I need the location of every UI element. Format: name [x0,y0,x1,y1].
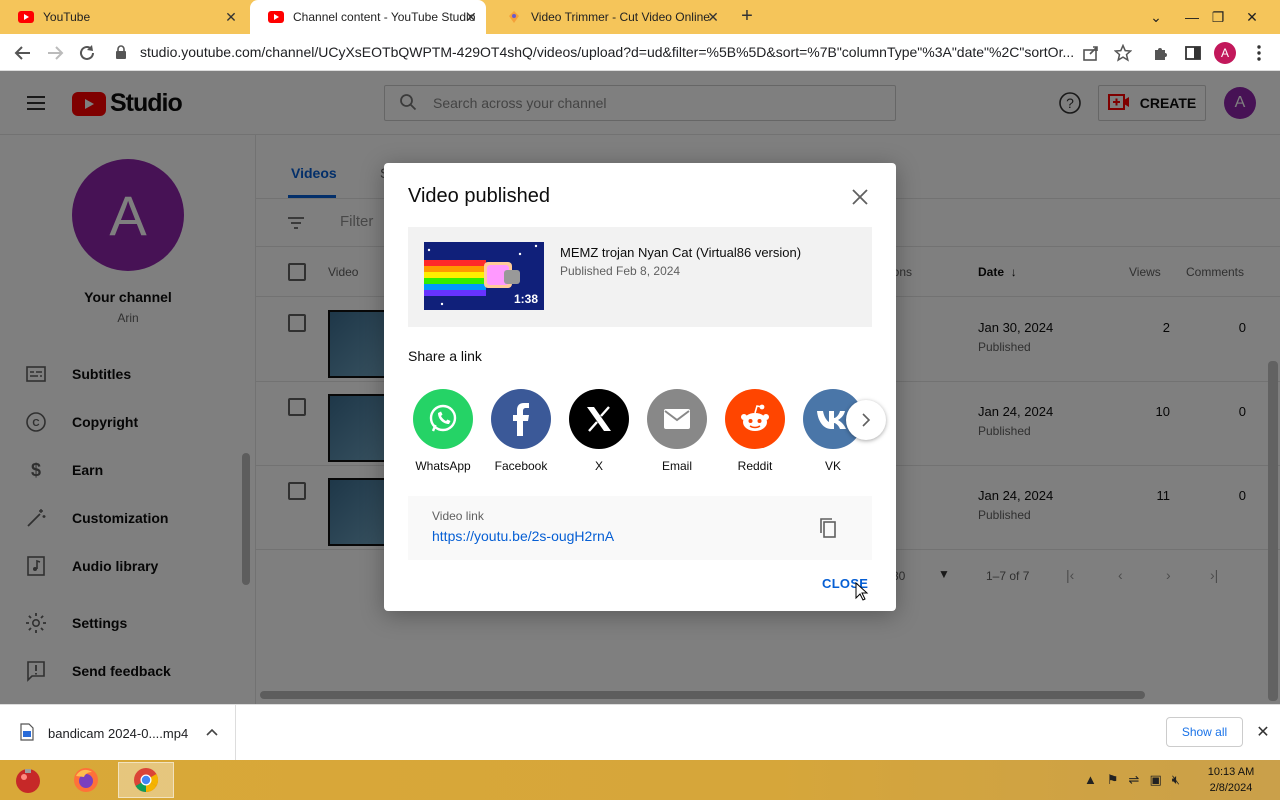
share-next-chevron-icon[interactable] [846,400,886,440]
video-link-label: Video link [432,509,484,523]
tab-youtube[interactable]: YouTube ✕ [0,0,246,34]
downloads-bar: bandicam 2024-0....mp4 Show all ✕ [0,704,1280,761]
reload-icon[interactable] [74,40,100,66]
video-link-url[interactable]: https://youtu.be/2s-ougH2rnA [432,528,614,544]
video-file-icon [20,722,34,744]
bookmark-star-icon[interactable] [1110,40,1136,66]
youtube-favicon-icon [18,9,34,25]
video-title[interactable]: MEMZ trojan Nyan Cat (Virtual86 version) [560,245,801,260]
tray-monitor-icon[interactable]: ▣ [1149,772,1161,788]
dialog-title: Video published [408,185,550,207]
taskbar-clock[interactable]: 10:13 AM 2/8/2024 [1196,764,1266,796]
video-published-date: Published Feb 8, 2024 [560,264,681,278]
whatsapp-icon [413,389,473,449]
tab-title: Video Trimmer - Cut Video Online [531,10,710,24]
close-downloads-bar-icon[interactable]: ✕ [1252,721,1274,743]
x-logo-icon [569,389,629,449]
extensions-puzzle-icon[interactable] [1148,40,1174,66]
tray-flag-icon[interactable]: ⚑ [1107,772,1119,788]
download-file-name: bandicam 2024-0....mp4 [48,725,189,741]
tab-channel-content[interactable]: Channel content - YouTube Studio ✕ [250,0,486,34]
reddit-icon [725,389,785,449]
video-link-box: Video link https://youtu.be/2s-ougH2rnA [408,496,872,560]
share-whatsapp-button[interactable]: WhatsApp [410,389,476,473]
browser-menu-icon[interactable] [1246,40,1272,66]
share-label: WhatsApp [415,459,471,473]
new-tab-button[interactable]: + [736,6,758,28]
download-item[interactable]: bandicam 2024-0....mp4 [0,705,236,761]
published-video-card: 1:38 MEMZ trojan Nyan Cat (Virtual86 ver… [408,227,872,327]
taskbar-firefox-icon[interactable] [58,762,114,798]
screen: { "browser": { "tabs": [ {"title": "YouT… [0,0,1280,800]
clock-time: 10:13 AM [1207,766,1255,778]
tray-volume-muted-icon[interactable]: 🔇︎ [1172,772,1180,788]
share-x-button[interactable]: X [566,389,632,473]
close-tab-icon[interactable]: ✕ [222,8,240,26]
chevron-up-icon[interactable] [206,725,218,740]
taskbar: ▲ ⚑ ⇌ ▣ 🔇︎ 10:13 AM 2/8/2024 [0,760,1280,800]
tab-title: Channel content - YouTube Studio [293,10,476,24]
share-label: VK [824,459,841,473]
tray-network-icon[interactable]: ⇌ [1129,772,1140,788]
share-page-icon[interactable] [1078,40,1104,66]
share-heading: Share a link [408,348,482,364]
video-trimmer-favicon-icon [506,9,522,25]
close-tab-icon[interactable]: ✕ [704,8,722,26]
start-button[interactable] [0,762,56,798]
share-facebook-button[interactable]: Facebook [488,389,554,473]
clock-date: 2/8/2024 [1209,782,1253,794]
share-label: X [594,459,603,473]
close-window-icon[interactable]: ✕ [1232,0,1272,34]
browser-toolbar: studio.youtube.com/channel/UCyXsEOTbQWPT… [0,34,1280,71]
share-label: Reddit [737,459,773,473]
profile-initial: A [1214,42,1236,64]
tab-search-chevron-icon[interactable]: ⌄ [1136,0,1176,34]
system-tray: ▲ ⚑ ⇌ ▣ 🔇︎ [1084,772,1180,788]
email-icon [647,389,707,449]
profile-avatar[interactable]: A [1212,40,1238,66]
browser-tab-strip: YouTube ✕ Channel content - YouTube Stud… [0,0,1280,34]
close-tab-icon[interactable]: ✕ [462,8,480,26]
side-panel-icon[interactable] [1180,40,1206,66]
taskbar-chrome-icon[interactable] [118,762,174,798]
share-label: Email [661,459,692,473]
close-icon[interactable] [848,185,872,209]
tab-video-trimmer[interactable]: Video Trimmer - Cut Video Online ✕ [488,0,728,34]
facebook-icon [491,389,551,449]
mouse-cursor-icon [855,581,869,607]
forward-icon[interactable] [42,40,68,66]
address-bar[interactable]: studio.youtube.com/channel/UCyXsEOTbQWPT… [110,37,1080,67]
back-icon[interactable] [10,40,36,66]
share-email-button[interactable]: Email [644,389,710,473]
share-label: Facebook [494,459,548,473]
share-reddit-button[interactable]: Reddit [722,389,788,473]
tab-title: YouTube [43,10,91,24]
published-video-thumbnail[interactable]: 1:38 [424,242,544,310]
show-all-downloads-button[interactable]: Show all [1166,717,1243,747]
url-text: studio.youtube.com/channel/UCyXsEOTbQWPT… [140,44,1075,60]
video-published-dialog: Video published 1:38 MEMZ trojan Nyan Ca… [384,163,896,611]
lock-icon [110,45,132,59]
copy-link-icon[interactable] [816,516,840,540]
video-duration: 1:38 [513,292,538,306]
youtube-favicon-icon [268,9,284,25]
tray-expand-icon[interactable]: ▲ [1084,772,1097,788]
